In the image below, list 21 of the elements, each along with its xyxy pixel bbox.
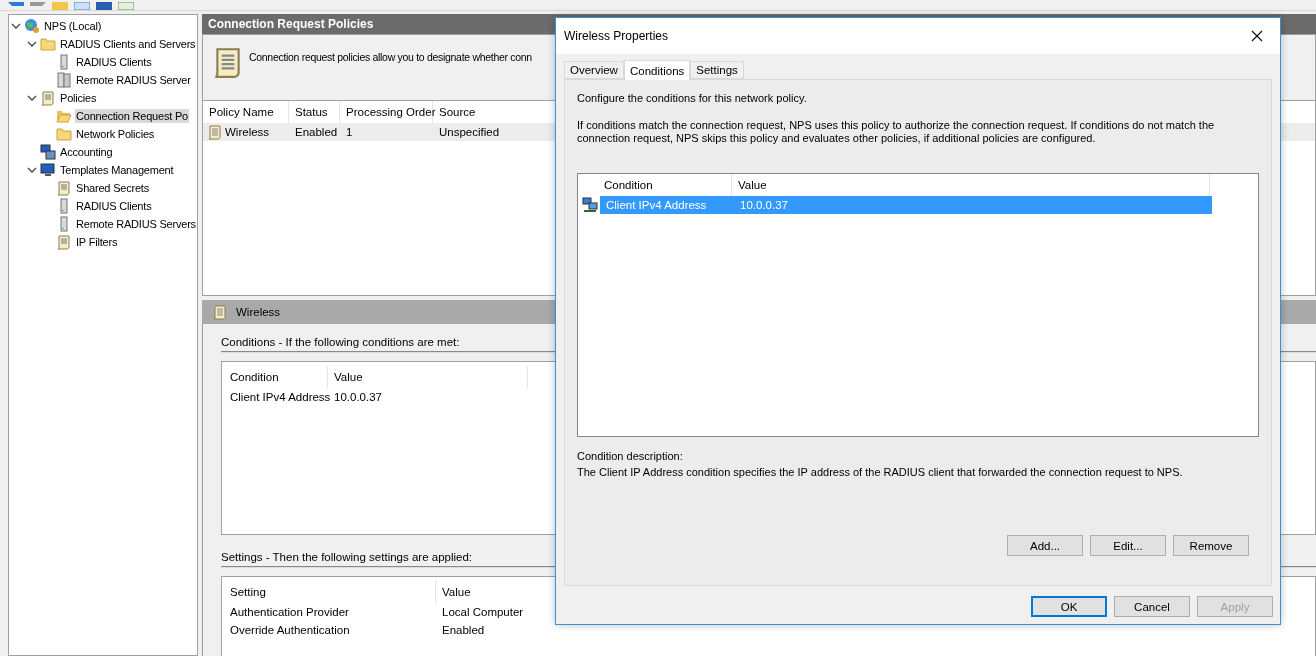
intro-text: Connection request policies allow you to designate whether conn xyxy=(249,51,532,63)
description-label: Condition description: xyxy=(577,450,684,463)
table-cell: Enabled xyxy=(442,624,485,636)
table-cell: 1 xyxy=(346,126,353,138)
table-cell: Wireless xyxy=(225,126,270,138)
table-cell: Unspecified xyxy=(439,126,500,138)
description-text: The Client IP Address condition specifies the IP address of the RADIUS client that forwarded the connection request to NPS. xyxy=(577,466,1184,479)
table-cell: Local Computer xyxy=(442,606,524,618)
table-cell: 10.0.0.37 xyxy=(334,391,382,403)
column-header: Condition xyxy=(224,366,328,388)
table-cell: Authentication Provider xyxy=(230,606,349,618)
table-cell: 10.0.0.37 xyxy=(740,199,788,211)
table-cell: Override Authentication xyxy=(230,624,350,636)
table-cell: Client IPv4 Address xyxy=(606,199,707,211)
table-cell: Client IPv4 Address xyxy=(230,391,331,403)
detail-title: Wireless xyxy=(236,306,281,318)
column-header: Setting xyxy=(224,581,436,603)
explanation-text: If conditions match the connection request, NPS uses this policy to authorize the connection request. If conditions do not match the connection request, NPS skips this policy and evaluates other policies, if additional policies are configured. xyxy=(577,119,1216,145)
intro-text: Configure the conditions for this network policy. xyxy=(577,92,808,105)
table-cell: Enabled xyxy=(295,126,338,138)
column-header: Value xyxy=(328,366,528,388)
